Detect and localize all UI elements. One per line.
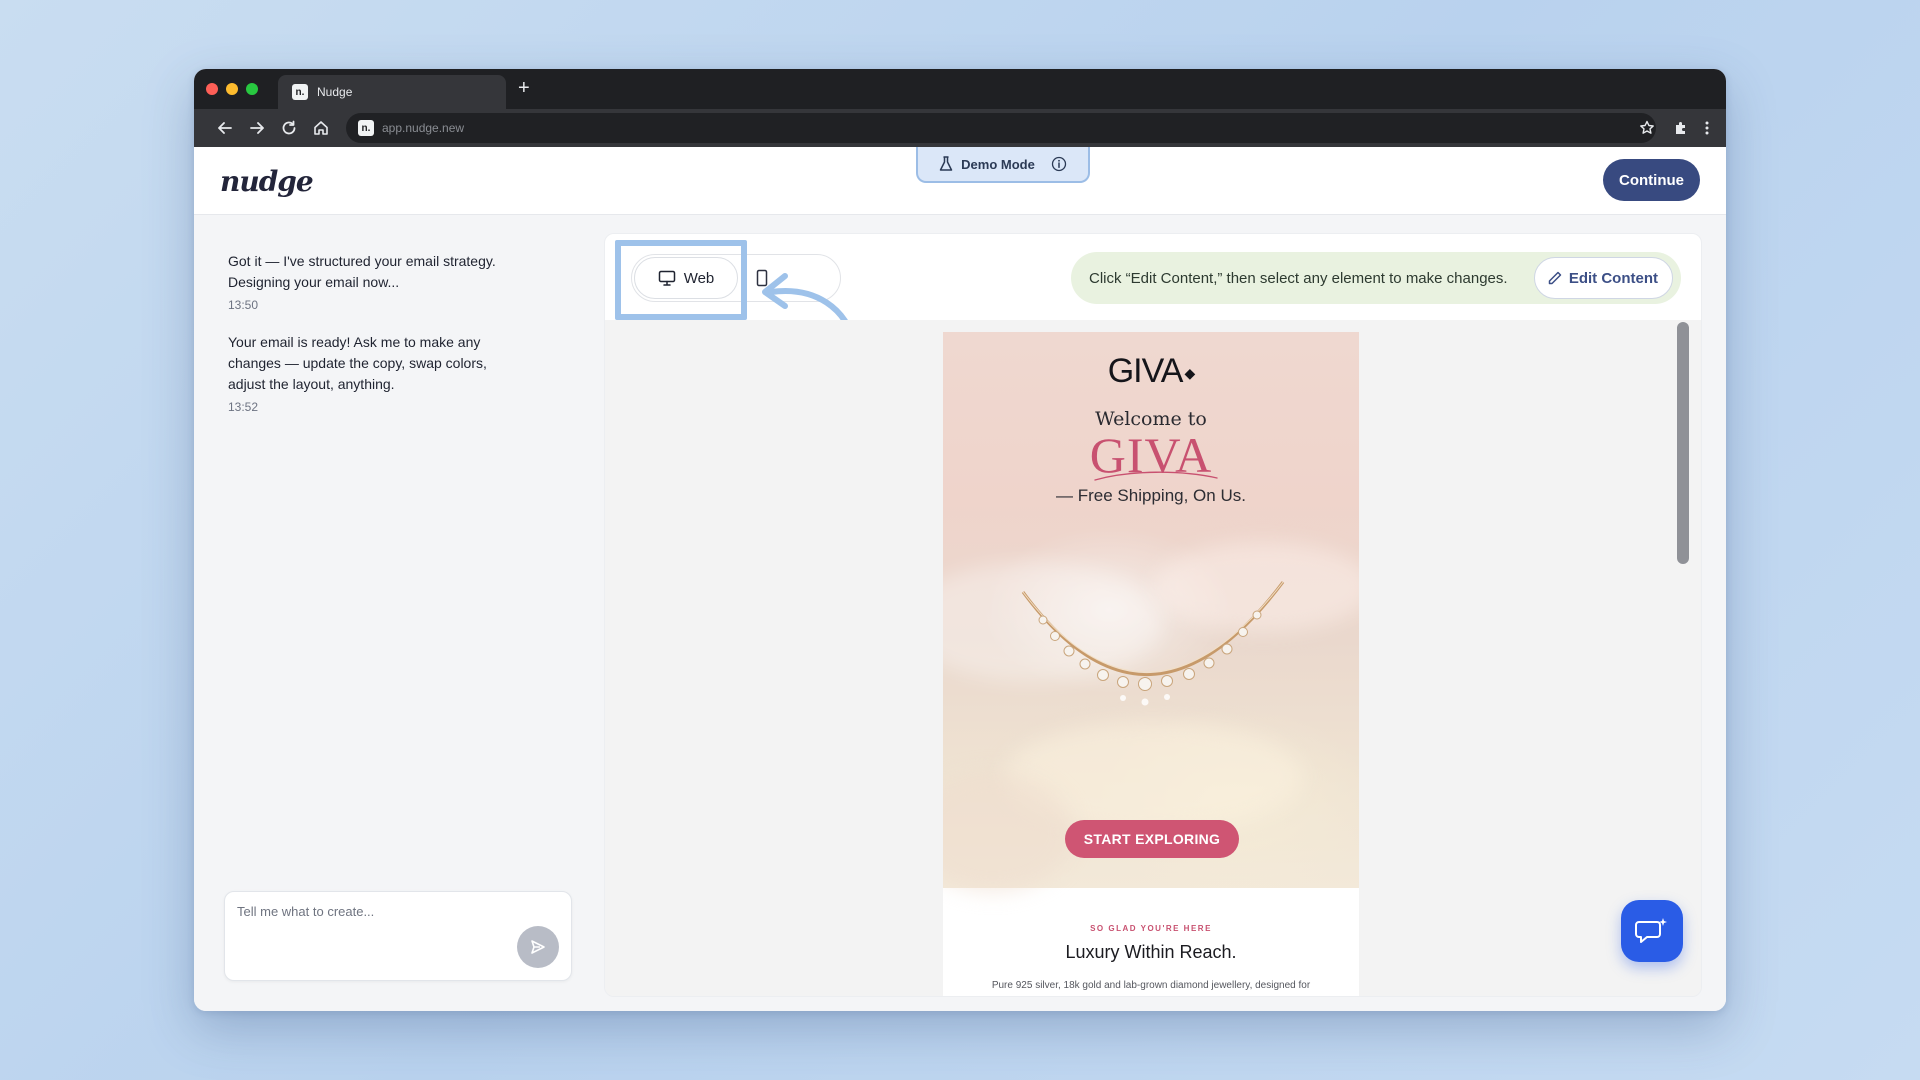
tagline: — Free Shipping, On Us. xyxy=(1056,486,1246,505)
diamond-icon: ◆ xyxy=(1184,364,1195,381)
nudge-logo[interactable]: nudge xyxy=(220,165,314,198)
home-icon[interactable] xyxy=(312,119,330,137)
flask-icon xyxy=(939,156,953,171)
email-preview-panel: Web Click “Edit Content,” then select an… xyxy=(604,233,1702,997)
necklace-image-icon xyxy=(1021,581,1285,706)
send-icon xyxy=(531,940,545,954)
minimize-window-button[interactable] xyxy=(226,83,238,95)
hero-section: GIVA ◆ Welcome to GIVA — Free Shipping, O… xyxy=(943,332,1359,892)
email-headline: Luxury Within Reach. xyxy=(1065,942,1237,962)
chat-message-text: Your email is ready! Ask me to make any … xyxy=(228,334,487,392)
app-viewport: nudge Demo Mode Continue Got it — I've s… xyxy=(194,147,1726,1011)
close-window-button[interactable] xyxy=(206,83,218,95)
chat-message: Your email is ready! Ask me to make any … xyxy=(228,332,528,418)
browser-menu-icon[interactable] xyxy=(1698,119,1716,137)
preview-canvas: GIVA ◆ Welcome to GIVA — Free Shipping, O… xyxy=(605,320,1701,996)
new-tab-button[interactable]: + xyxy=(518,77,530,100)
ai-chat-fab[interactable] xyxy=(1621,900,1683,962)
preview-scrollbar[interactable] xyxy=(1677,322,1689,564)
maximize-window-button[interactable] xyxy=(246,83,258,95)
brand-logo-text: GIVA xyxy=(1107,352,1184,390)
brand-logo: GIVA ◆ xyxy=(943,352,1359,391)
browser-window: n. Nudge + n. app.nudge.new nudge Demo M… xyxy=(194,69,1726,1011)
demo-mode-label: Demo Mode xyxy=(961,156,1035,172)
chat-message: Got it — I've structured your email stra… xyxy=(228,251,528,316)
chat-message-time: 13:50 xyxy=(228,298,259,312)
extensions-puzzle-icon[interactable] xyxy=(1672,119,1690,137)
edit-content-button[interactable]: Edit Content xyxy=(1533,257,1673,299)
info-icon[interactable] xyxy=(1051,156,1067,172)
favicon-icon: n. xyxy=(292,84,308,100)
edit-hint-bar: Click “Edit Content,” then select any el… xyxy=(1071,252,1681,304)
chat-input[interactable] xyxy=(237,904,537,919)
chat-message-time: 13:52 xyxy=(228,400,259,414)
email-preview: GIVA ◆ Welcome to GIVA — Free Shipping, O… xyxy=(943,332,1359,996)
url-text: app.nudge.new xyxy=(382,121,465,135)
underline-swoosh-icon xyxy=(1094,471,1218,481)
chat-message-text: Got it — I've structured your email stra… xyxy=(228,253,496,290)
tutorial-highlight-box xyxy=(615,240,747,320)
site-favicon-icon: n. xyxy=(358,120,374,136)
tab-strip: n. Nudge + xyxy=(194,69,1726,109)
chat-composer xyxy=(224,891,572,981)
start-exploring-button[interactable]: START EXPLORING xyxy=(1065,820,1239,858)
send-button[interactable] xyxy=(517,926,559,968)
bookmark-star-icon[interactable] xyxy=(1638,119,1656,137)
continue-button[interactable]: Continue xyxy=(1603,159,1700,201)
app-header: nudge Demo Mode Continue xyxy=(194,147,1726,215)
chat-sparkle-icon xyxy=(1635,918,1667,943)
edit-hint-text: Click “Edit Content,” then select any el… xyxy=(1089,269,1508,287)
reload-icon[interactable] xyxy=(280,119,298,137)
browser-toolbar: n. app.nudge.new xyxy=(194,109,1726,147)
forward-arrow-icon[interactable] xyxy=(248,119,266,137)
preview-toolbar: Web Click “Edit Content,” then select an… xyxy=(605,234,1701,349)
pencil-icon xyxy=(1548,271,1562,285)
back-arrow-icon[interactable] xyxy=(216,119,234,137)
browser-tab[interactable]: n. Nudge xyxy=(278,75,506,109)
address-bar[interactable]: n. app.nudge.new xyxy=(346,113,1656,143)
edit-content-label: Edit Content xyxy=(1568,269,1658,287)
tab-title: Nudge xyxy=(317,85,353,99)
demo-mode-badge[interactable]: Demo Mode xyxy=(916,147,1090,183)
email-body-copy: Pure 925 silver, 18k gold and lab-grown … xyxy=(991,980,1311,991)
kicker-text: SO GLAD YOU'RE HERE xyxy=(1090,924,1212,933)
